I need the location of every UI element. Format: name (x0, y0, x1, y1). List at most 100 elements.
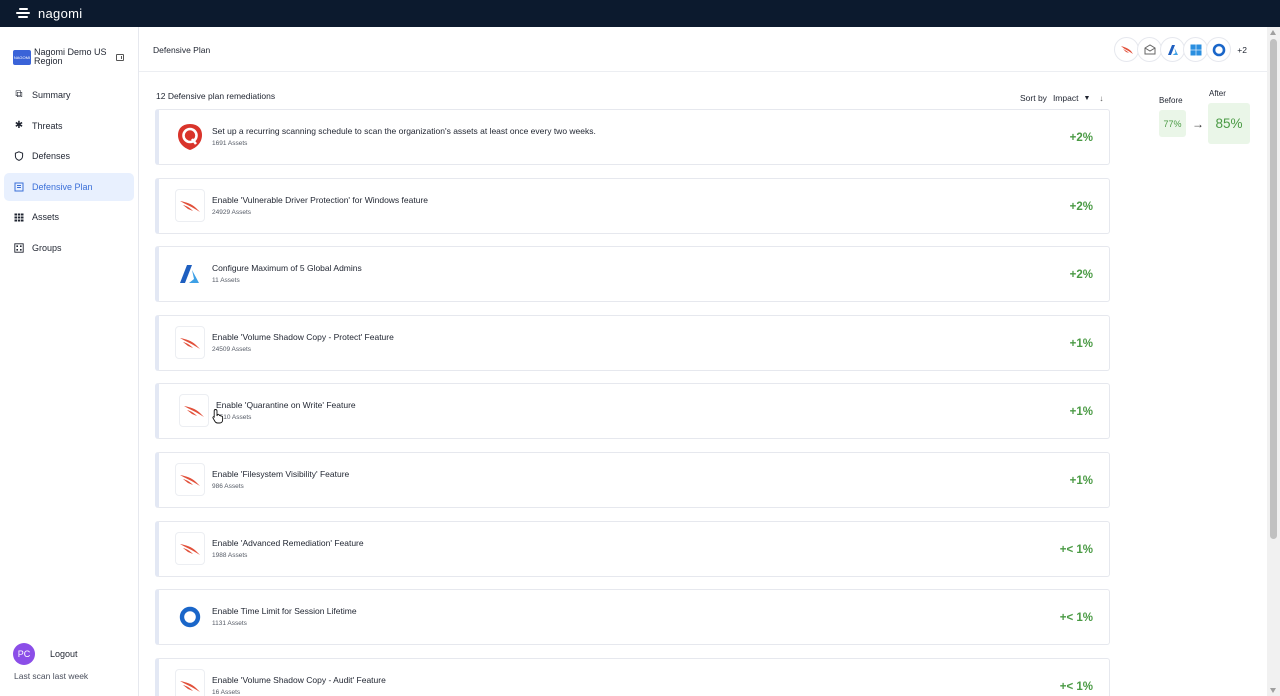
crowdstrike-icon (175, 669, 205, 696)
remediation-card[interactable]: Configure Maximum of 5 Global Admins 11 … (155, 246, 1110, 302)
sidebar-item-defenses[interactable]: Defenses (4, 142, 134, 170)
remediation-title: Enable 'Quarantine on Write' Feature (216, 400, 356, 410)
okta-icon (175, 600, 205, 633)
sort-control[interactable]: Sort by Impact ▼ ↓ (1020, 93, 1103, 103)
impact-value: +2% (1069, 201, 1093, 213)
remediation-assets: 16 Assets (212, 689, 241, 696)
qualys-icon (175, 120, 205, 153)
remediation-card[interactable]: Enable 'Quarantine on Write' Feature 151… (155, 383, 1110, 439)
remediation-card[interactable]: Enable 'Volume Shadow Copy - Protect' Fe… (155, 315, 1110, 371)
plan-icon (14, 182, 24, 192)
remediation-title: Enable 'Vulnerable Driver Protection' fo… (212, 195, 429, 205)
sidebar-item-label: Groups (32, 242, 62, 253)
more-vendors-count[interactable]: +2 (1237, 45, 1247, 55)
sidebar-item-label: Summary (32, 90, 71, 100)
windows-icon[interactable] (1183, 37, 1209, 62)
sidebar: NAGOMI Nagomi Demo US Region ⧉ Summary ✱… (0, 27, 139, 696)
crowdstrike-icon (179, 394, 209, 427)
sort-select[interactable]: Impact (1053, 93, 1079, 103)
remediation-assets: 1131 Assets (212, 620, 247, 627)
impact-value: +1% (1069, 475, 1093, 487)
caret-down-icon[interactable]: ▼ (1083, 95, 1090, 102)
remediation-card[interactable]: Enable 'Vulnerable Driver Protection' fo… (155, 178, 1110, 234)
remediation-title: Enable 'Advanced Remediation' Feature (212, 538, 364, 548)
remediation-title: Enable 'Filesystem Visibility' Feature (212, 469, 350, 479)
impact-value: +1% (1069, 338, 1093, 350)
remediation-title: Enable 'Volume Shadow Copy - Audit' Feat… (212, 675, 386, 685)
impact-value: +1% (1069, 406, 1093, 418)
last-scan-status: Last scan last week (14, 671, 89, 681)
crowdstrike-icon (175, 189, 205, 222)
sidebar-nav: ⧉ Summary ✱ Threats Defenses Defensive P… (0, 81, 138, 262)
crowdstrike-icon (175, 532, 205, 565)
impact-value: +< 1% (1059, 544, 1093, 556)
brand-logo[interactable]: nagomi (16, 6, 82, 21)
impact-value: +< 1% (1059, 612, 1093, 624)
summary-icon: ⧉ (15, 89, 23, 100)
sidebar-item-label: Defensive Plan (32, 181, 93, 192)
sidebar-item-groups[interactable]: Groups (4, 234, 134, 262)
nagomi-logo-icon (16, 7, 32, 21)
remediation-card[interactable]: Enable 'Filesystem Visibility' Feature 9… (155, 452, 1110, 508)
top-bar: nagomi (0, 0, 1280, 27)
remediation-title: Configure Maximum of 5 Global Admins (212, 263, 362, 273)
remediation-card[interactable]: Enable Time Limit for Session Lifetime 1… (155, 589, 1110, 645)
page-scrollbar[interactable] (1267, 27, 1280, 696)
vendor-icons[interactable]: +2 (1114, 37, 1247, 62)
page-title: Defensive Plan (153, 45, 211, 55)
assets-grid-icon (14, 212, 24, 222)
remediation-assets: 986 Assets (212, 483, 244, 490)
logout-button[interactable]: Logout (50, 649, 78, 659)
sidebar-item-threats[interactable]: ✱ Threats (4, 112, 134, 140)
sidebar-item-label: Threats (32, 120, 63, 131)
after-label: After (1209, 89, 1226, 98)
list-title: 12 Defensive plan remediations (156, 91, 276, 101)
remediation-assets: 11 Assets (212, 277, 240, 284)
org-switcher[interactable]: NAGOMI Nagomi Demo US Region (0, 27, 138, 73)
sidebar-collapse-icon[interactable] (116, 53, 124, 61)
sidebar-item-summary[interactable]: ⧉ Summary (4, 81, 134, 109)
before-score: 77% (1159, 110, 1186, 137)
sidebar-item-assets[interactable]: Assets (4, 203, 134, 231)
remediation-assets: 1691 Assets (212, 140, 248, 147)
okta-icon[interactable] (1206, 37, 1232, 62)
groups-icon (14, 243, 24, 253)
avatar[interactable]: PC (13, 643, 35, 665)
sidebar-item-defensive-plan[interactable]: Defensive Plan (4, 172, 134, 201)
remediation-card[interactable]: Enable 'Volume Shadow Copy - Audit' Feat… (155, 658, 1110, 696)
hand-cursor-icon (212, 408, 224, 429)
remediation-card[interactable]: Set up a recurring scanning schedule to … (155, 109, 1110, 165)
shield-icon (14, 151, 24, 162)
remediation-title: Enable 'Volume Shadow Copy - Protect' Fe… (212, 332, 394, 342)
sort-label: Sort by (1020, 93, 1047, 103)
remediation-assets: 24929 Assets (212, 209, 252, 216)
before-label: Before (1159, 96, 1183, 105)
page-header: Defensive Plan +2 (139, 27, 1267, 72)
threats-icon: ✱ (14, 119, 24, 131)
crowdstrike-icon (175, 326, 205, 359)
remediation-card[interactable]: Enable 'Advanced Remediation' Feature 19… (155, 521, 1110, 577)
scroll-down-icon[interactable] (1270, 688, 1276, 693)
org-name: Nagomi Demo US Region (34, 47, 107, 66)
arrow-right-icon: → (1192, 117, 1204, 131)
after-score: 85% (1208, 103, 1250, 144)
proofpoint-icon[interactable] (1137, 37, 1163, 62)
azure-icon (175, 257, 205, 290)
scroll-up-icon[interactable] (1270, 30, 1276, 35)
sort-direction-icon[interactable]: ↓ (1099, 94, 1103, 103)
remediation-title: Enable Time Limit for Session Lifetime (212, 606, 357, 616)
sidebar-item-label: Defenses (32, 151, 71, 162)
remediation-title: Set up a recurring scanning schedule to … (212, 126, 596, 136)
azure-icon[interactable] (1160, 37, 1186, 62)
crowdstrike-icon (175, 463, 205, 496)
brand-name: nagomi (38, 6, 83, 21)
remediation-assets: 1988 Assets (212, 552, 248, 559)
impact-value: +< 1% (1059, 681, 1093, 693)
remediation-list: 12 Defensive plan remediations Sort by I… (139, 72, 1267, 696)
user-block: PC Logout (13, 643, 78, 665)
org-logo: NAGOMI (13, 49, 31, 65)
impact-value: +2% (1069, 269, 1093, 281)
impact-value: +2% (1069, 132, 1093, 144)
crowdstrike-icon[interactable] (1114, 37, 1140, 62)
scroll-thumb[interactable] (1270, 39, 1277, 539)
